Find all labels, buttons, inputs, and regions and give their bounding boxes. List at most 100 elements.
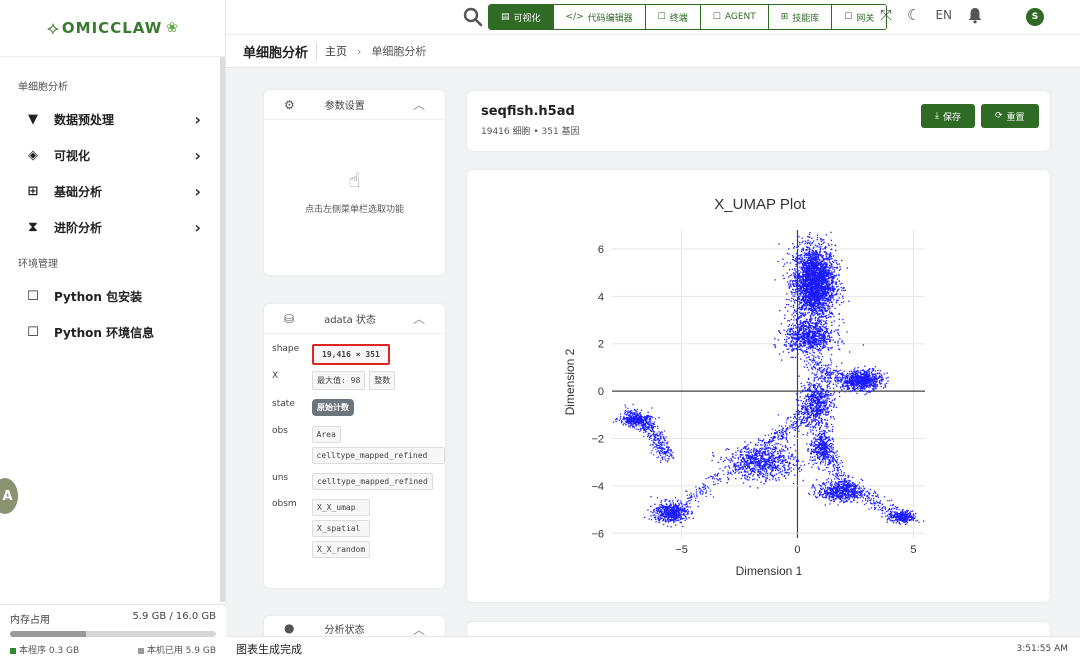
scatter-point (818, 396, 820, 398)
save-button[interactable]: ⤓ 保存 (921, 104, 975, 128)
tab-code-editor[interactable]: </> 代码编辑器 (553, 5, 646, 29)
scatter-point (830, 264, 832, 266)
scatter-point (812, 253, 814, 255)
user-avatar[interactable]: S (1026, 8, 1044, 26)
scatter-point (769, 479, 771, 481)
scatter-point (790, 318, 793, 321)
scatter-point (759, 444, 762, 446)
scatter-point (819, 406, 821, 409)
scatter-point (720, 456, 722, 458)
chevron-up-icon[interactable]: ︿ (413, 96, 425, 113)
scatter-point (801, 469, 803, 471)
scatter-point (803, 259, 806, 262)
umap-scatter-plot[interactable]: X_UMAP Plot −5 0 5−6−4−20246 Dimension 1 D… (467, 170, 1050, 602)
scatter-point (799, 284, 801, 286)
scatter-point (796, 312, 798, 315)
scatter-point (824, 258, 827, 260)
scatter-point (814, 434, 817, 436)
chevron-up-icon[interactable]: ︿ (413, 310, 425, 327)
scatter-point (816, 376, 819, 378)
scatter-point (814, 250, 817, 252)
language-toggle[interactable]: EN (935, 8, 952, 22)
scatter-point (818, 400, 820, 402)
reset-button[interactable]: ⟳ 重置 (981, 104, 1039, 128)
moon-icon[interactable]: ☾ (907, 6, 920, 24)
scatter-point (820, 395, 822, 397)
scatter-point (799, 288, 801, 291)
scatter-point (793, 457, 795, 459)
scatter-point (798, 417, 800, 419)
scatter-point (814, 419, 817, 421)
sidebar-scrollbar[interactable] (220, 57, 225, 602)
params-card: ⚙ 参数设置 ︿ ☝ 点击左侧菜单栏选取功能 (264, 90, 445, 275)
scatter-point (759, 439, 761, 442)
scatter-point (790, 356, 792, 359)
scatter-point (832, 288, 834, 291)
scatter-point (722, 460, 725, 463)
scatter-point (792, 306, 794, 308)
sidebar-item-basic[interactable]: ⊞ 基础分析 › (0, 173, 225, 209)
scatter-point (813, 333, 815, 335)
scatter-point (792, 295, 794, 297)
sidebar-item-preprocess[interactable]: ▼ 数据预处理 › (0, 101, 225, 137)
scatter-point (814, 388, 817, 390)
params-card-header[interactable]: ⚙ 参数设置 ︿ (264, 90, 445, 120)
scatter-point (790, 470, 792, 472)
sidebar-item-visualize[interactable]: ◈ 可视化 › (0, 137, 225, 173)
scatter-point (827, 396, 829, 398)
analysis-card-header[interactable]: ● 分析状态 ︿ (264, 616, 445, 638)
scatter-point (788, 324, 791, 326)
scatter-point (822, 288, 824, 290)
scatter-point (826, 381, 828, 383)
scatter-point (879, 383, 881, 385)
sidebar-item-pip-install[interactable]: ☐ Python 包安装 (0, 278, 225, 314)
scatter-point (842, 297, 844, 299)
tab-skills[interactable]: ⊞ 技能库 (768, 5, 833, 29)
scatter-point (838, 324, 840, 327)
scatter-point (819, 312, 821, 315)
scatter-point (825, 331, 828, 333)
scatter-point (814, 299, 816, 301)
bell-icon[interactable] (966, 6, 984, 24)
scatter-point (828, 244, 830, 247)
scatter-point (864, 393, 866, 396)
tab-agent[interactable]: ☐ AGENT (700, 5, 769, 29)
expand-icon[interactable]: ⤧ (880, 6, 892, 24)
scatter-point (811, 318, 813, 320)
scatter-point (817, 297, 819, 300)
breadcrumb-home[interactable]: 主页 (325, 43, 347, 59)
search-icon[interactable] (463, 7, 483, 27)
scatter-point (752, 475, 754, 477)
scatter-point (830, 266, 832, 268)
scatter-point (789, 329, 791, 331)
scatter-point (794, 338, 797, 340)
scatter-point (793, 274, 795, 276)
scatter-point (822, 303, 824, 305)
sidebar-item-env-info[interactable]: ☐ Python 环境信息 (0, 314, 225, 350)
scatter-point (803, 300, 805, 302)
scatter-point (835, 274, 838, 276)
scatter-point (806, 284, 808, 286)
scatter-point (799, 301, 801, 303)
tab-terminal[interactable]: ☐ 终端 (645, 5, 701, 29)
scatter-point (794, 273, 797, 276)
scatter-point (838, 280, 841, 282)
tab-gateway[interactable]: ☐ 网关 (832, 5, 887, 29)
sidebar-item-advanced[interactable]: ⧗ 进阶分析 › (0, 209, 225, 245)
scatter-point (835, 302, 838, 304)
scatter-point (802, 327, 805, 329)
scatter-point (792, 333, 794, 335)
scatter-point (827, 391, 830, 394)
scatter-point (835, 281, 837, 283)
scatter-point (817, 419, 819, 422)
scatter-point (815, 289, 817, 292)
logo[interactable]: ⟡ OMICCLAW ❀ (0, 0, 225, 57)
scatter-point (834, 341, 837, 343)
scatter-point (806, 335, 808, 337)
scatter-point (830, 417, 832, 419)
scatter-point (743, 471, 746, 473)
adata-card-header[interactable]: ⛁ adata 状态 ︿ (264, 304, 445, 334)
scatter-point (800, 340, 803, 343)
tab-visualize[interactable]: ▤ 可视化 (489, 5, 554, 29)
scatter-point (815, 293, 817, 295)
